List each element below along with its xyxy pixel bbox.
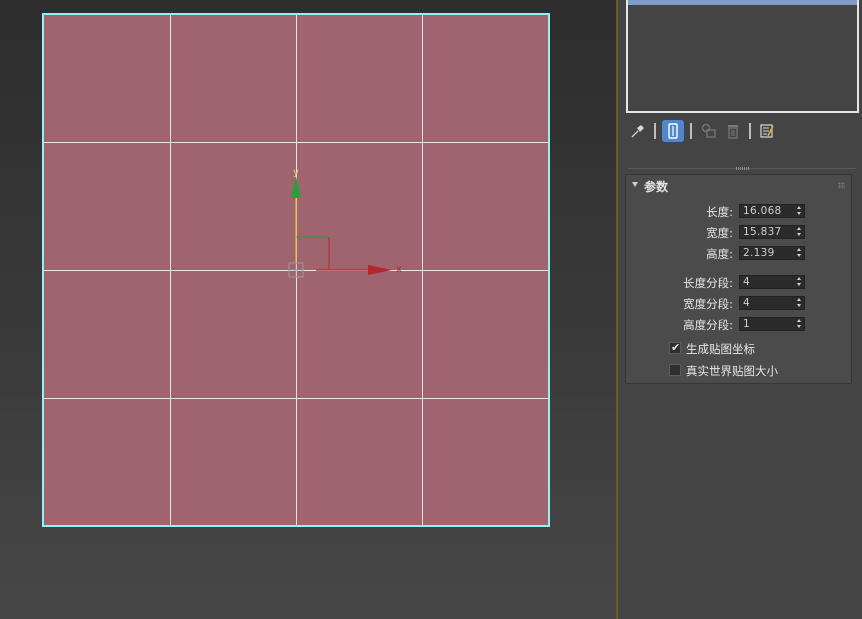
height-segments-spinner[interactable]: 1 <box>739 317 805 331</box>
toolbar-separator <box>690 123 692 139</box>
real-world-map-size-checkbox[interactable] <box>669 364 681 376</box>
height-segments-value[interactable]: 1 <box>743 318 750 331</box>
spinner-arrows-icon[interactable] <box>795 205 804 217</box>
box-object[interactable] <box>42 13 550 527</box>
command-panel: 参数 长度: 16.068 宽度: 15.837 高度: 2.139 长度分段:… <box>618 0 862 619</box>
pin-stack-button[interactable] <box>626 120 648 142</box>
width-value[interactable]: 15.837 <box>743 226 782 239</box>
spinner-arrows-icon[interactable] <box>795 318 804 330</box>
width-segments-value[interactable]: 4 <box>743 297 750 310</box>
height-value[interactable]: 2.139 <box>743 247 775 260</box>
make-unique-icon <box>701 123 716 138</box>
length-segments-label: 长度分段: <box>683 276 733 290</box>
parameters-rollout: 参数 长度: 16.068 宽度: 15.837 高度: 2.139 长度分段:… <box>625 174 852 384</box>
spinner-arrows-icon[interactable] <box>795 276 804 288</box>
toolbar-separator <box>654 123 656 139</box>
spinner-arrows-icon[interactable] <box>795 247 804 259</box>
generate-mapping-coords-row[interactable]: ✔ 生成贴图坐标 <box>669 341 839 356</box>
spinner-arrows-icon[interactable] <box>795 226 804 238</box>
generate-mapping-coords-label: 生成贴图坐标 <box>686 342 755 356</box>
grid-line <box>44 142 548 143</box>
modifier-stack-list[interactable] <box>626 0 859 113</box>
length-value[interactable]: 16.068 <box>743 205 782 218</box>
configure-modifier-sets-button[interactable] <box>756 120 778 142</box>
viewport[interactable]: y x <box>0 0 616 619</box>
spinner-arrows-icon[interactable] <box>795 297 804 309</box>
grid-line <box>44 270 548 271</box>
modifier-icon <box>668 123 678 139</box>
modifier-stack-toolbar <box>626 120 862 142</box>
show-end-result-button[interactable] <box>662 120 684 142</box>
pin-icon <box>631 125 644 138</box>
panel-resize-handle[interactable] <box>628 167 856 171</box>
length-segments-spinner[interactable]: 4 <box>739 275 805 289</box>
selected-stack-item[interactable] <box>628 0 857 5</box>
height-segments-label: 高度分段: <box>683 318 733 332</box>
toolbar-separator <box>749 123 751 139</box>
collapse-arrow-icon[interactable] <box>632 182 638 187</box>
length-label: 长度: <box>706 205 733 219</box>
width-segments-label: 宽度分段: <box>683 297 733 311</box>
width-segments-spinner[interactable]: 4 <box>739 296 805 310</box>
length-spinner[interactable]: 16.068 <box>739 204 805 218</box>
height-label: 高度: <box>706 247 733 261</box>
remove-modifier-button[interactable] <box>722 120 744 142</box>
checkmark-icon: ✔ <box>671 341 681 354</box>
rollout-drag-grip-icon[interactable] <box>838 182 845 189</box>
width-label: 宽度: <box>706 226 733 240</box>
configure-icon <box>760 124 774 138</box>
make-unique-button[interactable] <box>698 120 720 142</box>
width-spinner[interactable]: 15.837 <box>739 225 805 239</box>
generate-mapping-coords-checkbox[interactable]: ✔ <box>669 341 681 354</box>
rollout-title: 参数 <box>644 180 669 194</box>
grid-line <box>44 398 548 399</box>
length-segments-value[interactable]: 4 <box>743 276 750 289</box>
real-world-map-size-row[interactable]: 真实世界贴图大小 <box>669 363 839 378</box>
rollout-header[interactable]: 参数 <box>626 175 851 197</box>
real-world-map-size-label: 真实世界贴图大小 <box>686 364 778 378</box>
height-spinner[interactable]: 2.139 <box>739 246 805 260</box>
trash-icon <box>728 125 738 139</box>
